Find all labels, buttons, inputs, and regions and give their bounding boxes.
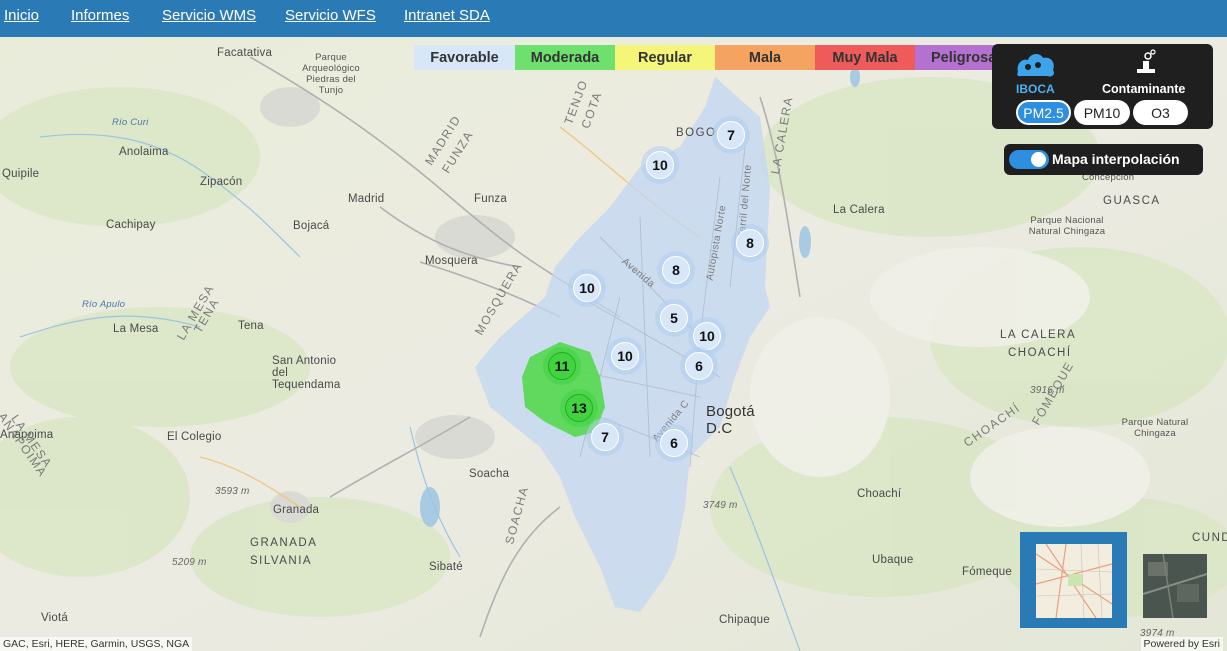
interpolation-toggle[interactable]: Mapa interpolación: [1004, 144, 1203, 175]
iboca-legend: Favorable Moderada Regular Mala Muy Mala…: [414, 45, 995, 70]
label-funza: Funza: [474, 193, 507, 205]
nav-intranet-sda[interactable]: Intranet SDA: [404, 7, 490, 24]
label-parque-arqueologico: Parque Arqueológico Piedras del Tunjo: [302, 52, 360, 96]
toggle-switch[interactable]: [1009, 150, 1049, 169]
station-value: 13: [565, 394, 593, 422]
label-madrid: Madrid: [348, 193, 385, 205]
station-value: 5: [660, 304, 688, 332]
nav-inicio[interactable]: Inicio: [4, 7, 39, 24]
label-viota: Viotá: [41, 612, 69, 624]
label-rio-apulo: Río Apulo: [82, 299, 126, 310]
station-cluster[interactable]: 10: [641, 146, 679, 184]
label-el-colegio: El Colegio: [167, 431, 222, 443]
label-elev-3916: 3916 m: [1030, 385, 1065, 396]
pollutant-o3-button[interactable]: O3: [1133, 100, 1188, 125]
station-cluster[interactable]: 7: [586, 418, 624, 456]
label-granada: Granada: [273, 504, 320, 516]
station-cluster[interactable]: 8: [731, 224, 769, 262]
iboca-logo-icon: [1017, 54, 1055, 77]
station-value: 10: [573, 274, 601, 302]
contaminante-label: Contaminante: [1102, 82, 1186, 96]
label-la-calera-cap: LA CALERA: [1000, 329, 1077, 341]
pollutant-smoke-icon: [1137, 49, 1156, 73]
label-anolaima: Anolaima: [119, 146, 169, 158]
interpolation-label: Mapa interpolación: [1052, 151, 1180, 167]
label-cachipay: Cachipay: [106, 219, 156, 231]
label-rio-curi: Río Curi: [112, 117, 149, 128]
label-pn-chingaza: Parque Natural Chingaza: [1121, 417, 1189, 439]
streets-preview-image: [1036, 544, 1112, 618]
label-la-calera: La Calera: [833, 204, 885, 216]
label-sibate: Sibaté: [429, 561, 463, 573]
label-soacha: Soacha: [469, 468, 510, 480]
legend-peligrosa: Peligrosa: [915, 45, 995, 70]
pollutant-pm10-button[interactable]: PM10: [1074, 100, 1130, 125]
station-value: 10: [611, 342, 639, 370]
label-fomeque: Fómeque: [962, 566, 1012, 578]
station-cluster-moderate[interactable]: 11: [543, 347, 581, 385]
nav-servicio-wfs[interactable]: Servicio WFS: [285, 7, 376, 24]
station-value: 10: [693, 322, 721, 350]
station-cluster[interactable]: 8: [657, 251, 695, 289]
label-la-mesa: La Mesa: [113, 323, 159, 335]
pollutant-pm25-button[interactable]: PM2.5: [1016, 100, 1071, 125]
label-guasca: GUASCA: [1103, 195, 1161, 207]
label-mosquera: Mosquera: [425, 255, 478, 267]
station-value: 6: [660, 429, 688, 457]
legend-favorable: Favorable: [414, 45, 515, 70]
label-choachi-cap: CHOACHÍ: [1008, 347, 1072, 359]
top-navigation: Inicio Informes Servicio WMS Servicio WF…: [0, 0, 1227, 37]
station-value: 11: [548, 352, 576, 380]
station-cluster[interactable]: 5: [655, 299, 693, 337]
station-value: 6: [685, 352, 713, 380]
iboca-label: IBOCA: [1016, 82, 1055, 96]
label-cundin: CUNDIN: [1192, 532, 1227, 544]
map-attribution: GAC, Esri, HERE, Garmin, USGS, NGA: [0, 637, 193, 651]
basemap-imagery-thumbnail[interactable]: [1143, 554, 1207, 618]
map-view[interactable]: Facatativa Parque Arqueológico Piedras d…: [0, 37, 1227, 651]
station-cluster[interactable]: 10: [606, 337, 644, 375]
station-cluster[interactable]: 7: [712, 116, 750, 154]
station-cluster[interactable]: 10: [568, 269, 606, 307]
label-bogo: BOGO: [676, 127, 717, 139]
label-silvania-cap: SILVANIA: [250, 555, 313, 567]
station-value: 8: [662, 256, 690, 284]
basemap-streets-thumbnail[interactable]: [1020, 532, 1127, 628]
label-zipacon: Zipacón: [200, 176, 243, 188]
label-quipile: Quipile: [2, 168, 40, 180]
legend-mala: Mala: [715, 45, 815, 70]
legend-moderada: Moderada: [515, 45, 615, 70]
legend-muy-mala: Muy Mala: [815, 45, 915, 70]
label-bojaca: Bojacá: [293, 220, 330, 232]
pollutant-panel: IBOCA Contaminante PM2.5 PM10 O3: [992, 44, 1213, 129]
label-granada-cap: GRANADA: [250, 537, 318, 549]
label-choachi: Choachí: [857, 488, 902, 500]
label-elev-3749: 3749 m: [703, 500, 738, 511]
label-bogota: Bogotá D.C: [706, 403, 755, 437]
label-san-antonio: San Antonio del Tequendama: [272, 355, 341, 391]
toggle-knob: [1031, 152, 1046, 167]
station-value: 7: [591, 423, 619, 451]
station-value: 10: [646, 151, 674, 179]
label-tena: Tena: [238, 320, 264, 332]
label-chipaque: Chipaque: [719, 614, 770, 626]
nav-informes[interactable]: Informes: [71, 7, 129, 24]
station-cluster[interactable]: 6: [655, 424, 693, 462]
station-cluster[interactable]: 6: [680, 347, 718, 385]
label-elev-3593: 3593 m: [215, 486, 250, 497]
station-value: 7: [717, 121, 745, 149]
label-pnn-chingaza: Parque Nacional Natural Chingaza: [1028, 215, 1106, 237]
nav-servicio-wms[interactable]: Servicio WMS: [162, 7, 256, 24]
imagery-preview-image: [1143, 554, 1207, 618]
label-elev-5209: 5209 m: [172, 557, 207, 568]
station-value: 8: [736, 229, 764, 257]
legend-regular: Regular: [615, 45, 715, 70]
powered-by-esri-link[interactable]: Powered by Esri: [1140, 637, 1223, 651]
label-ubaque: Ubaque: [872, 554, 914, 566]
label-facatativa: Facatativa: [217, 47, 273, 59]
